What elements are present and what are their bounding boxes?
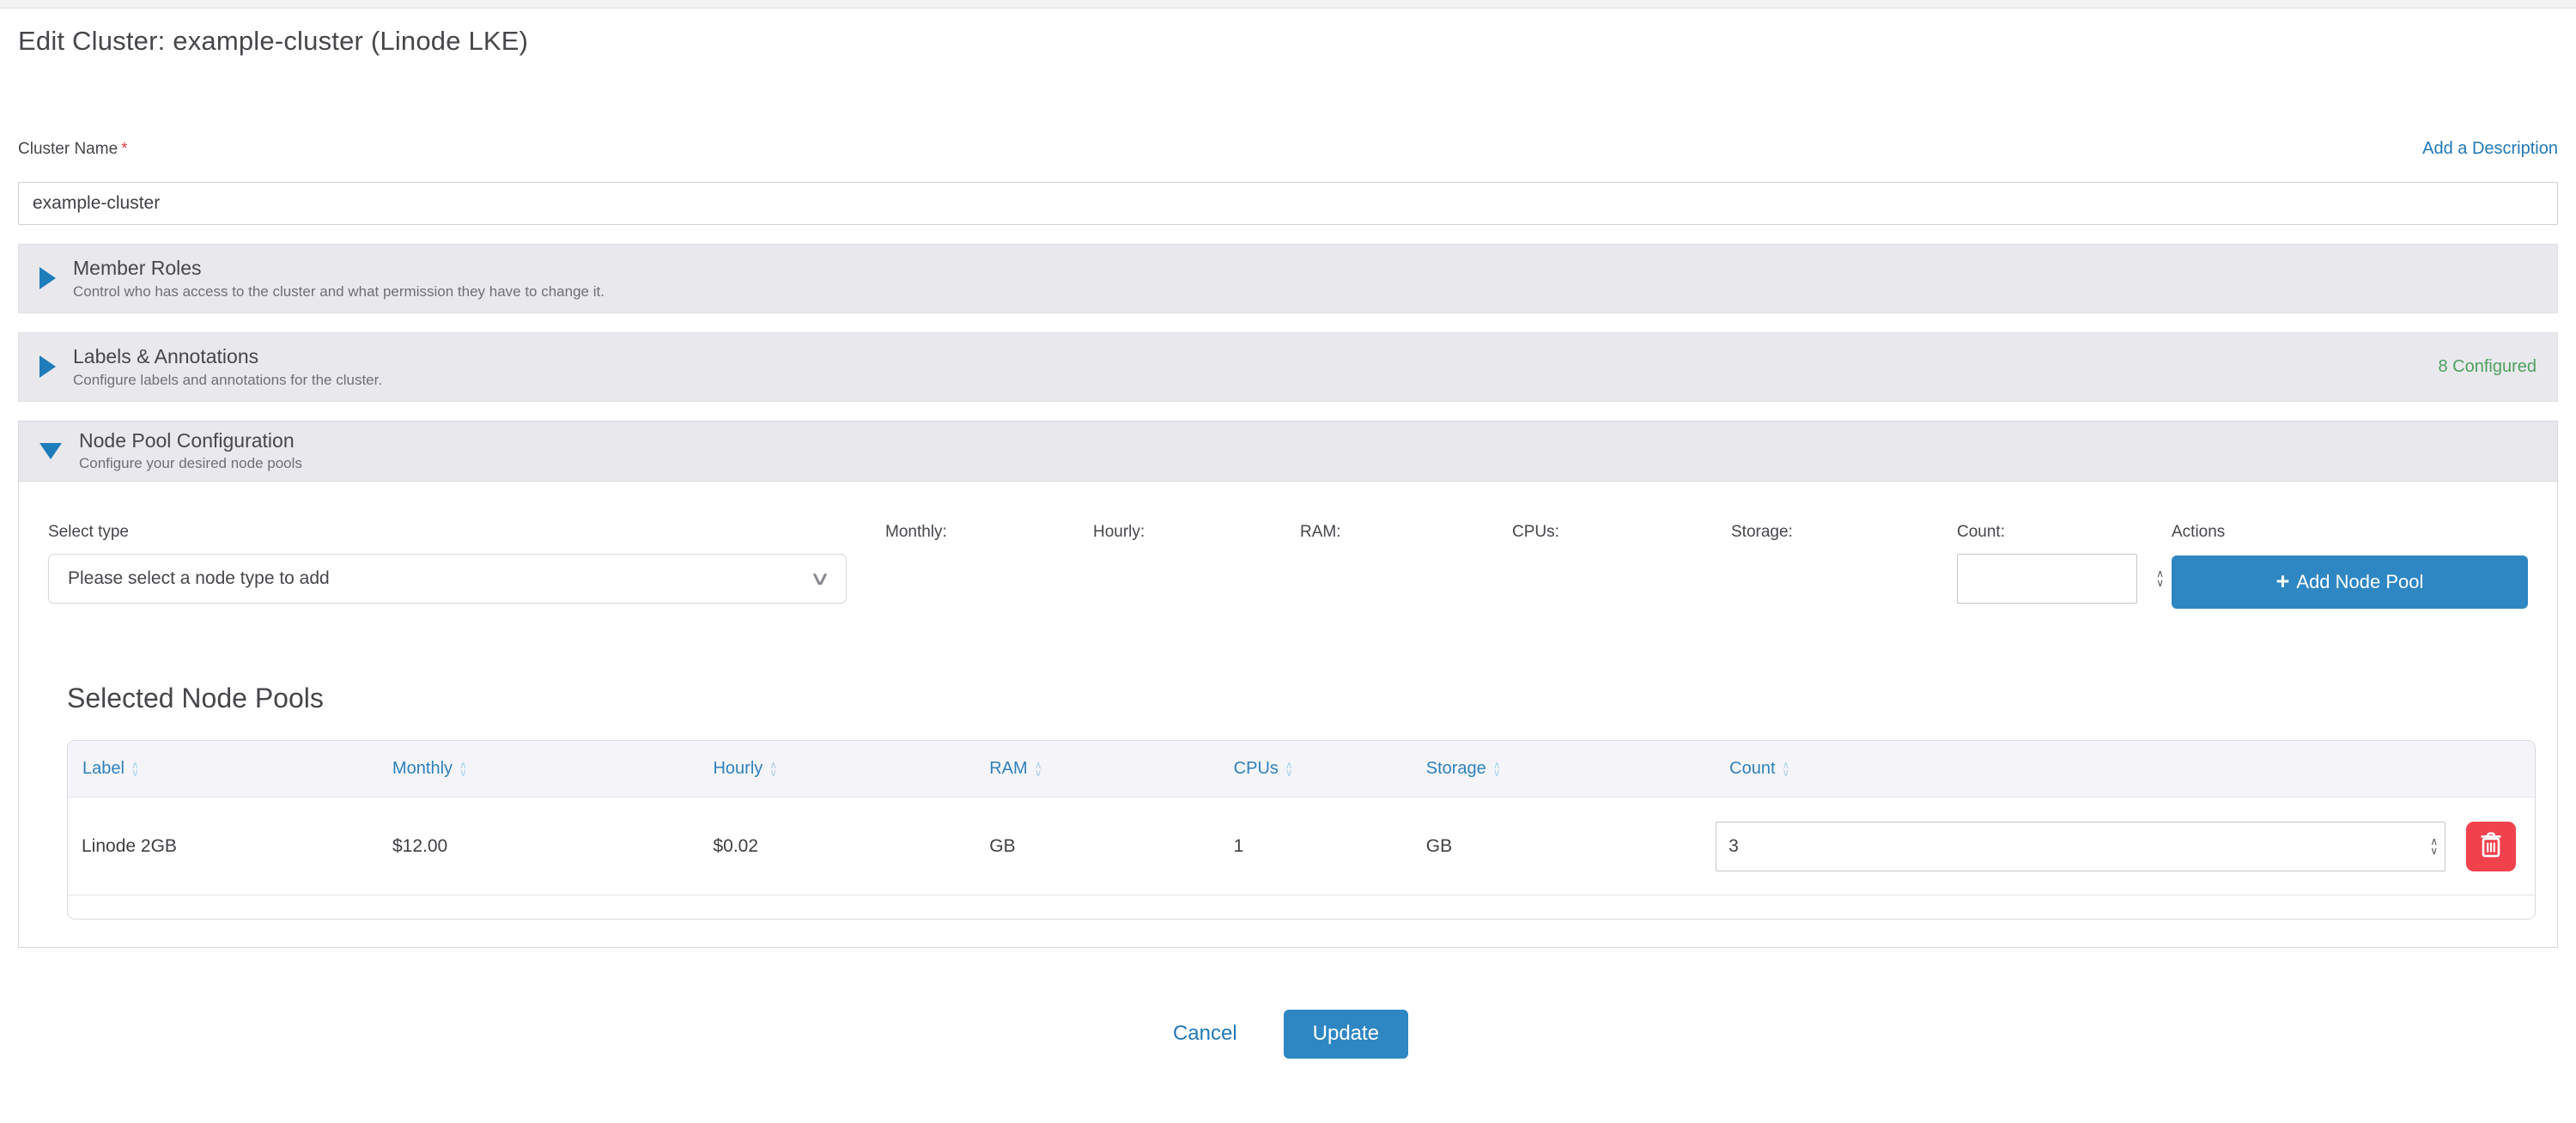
sort-icon: ∧∨ [131,762,139,777]
monthly-label: Monthly: [885,523,1093,542]
selected-node-pools-heading: Selected Node Pools [67,683,2528,714]
trash-icon [2480,832,2502,860]
number-spinner-icon[interactable]: ∧∨ [2156,569,2164,588]
actions-label: Actions [2172,523,2528,542]
pool-label-cell: Linode 2GB [68,798,379,895]
add-node-pool-button[interactable]: + Add Node Pool [2172,555,2528,609]
labels-annotations-title: Labels & Annotations [73,344,2438,369]
add-node-pool-form: Select type Please select a node type to… [48,523,2528,609]
form-footer: Cancel Update [18,1010,2558,1059]
actions-column: Actions + Add Node Pool [2172,523,2528,609]
pool-hourly-cell: $0.02 [699,798,975,895]
column-header-hourly[interactable]: Hourly∧∨ [699,741,975,798]
collapsed-arrow-icon [39,355,56,378]
cluster-name-row: Cluster Name* Add a Description [18,139,2558,159]
update-button[interactable]: Update [1284,1010,1408,1059]
empty-table-row [68,895,2535,919]
column-header-monthly[interactable]: Monthly∧∨ [379,741,699,798]
sort-icon: ∧∨ [1035,762,1042,777]
pool-count-cell: ∧∨ [1716,798,2535,895]
cluster-name-label: Cluster Name [18,140,118,158]
cluster-name-input[interactable] [18,182,2558,225]
table-header-row: Label∧∨ Monthly∧∨ Hourly∧∨ RAM∧∨ CPUs∧∨ … [68,741,2535,798]
member-roles-subtitle: Control who has access to the cluster an… [73,282,2537,301]
sort-icon: ∧∨ [1493,762,1501,777]
select-type-label: Select type [48,523,885,542]
node-type-select[interactable]: Please select a node type to add ∨ [48,554,847,604]
member-roles-accordion[interactable]: Member Roles Control who has access to t… [18,244,2558,313]
node-pool-configuration-body: Select type Please select a node type to… [19,482,2557,947]
select-type-column: Select type Please select a node type to… [48,523,885,604]
selected-node-pools-table: Label∧∨ Monthly∧∨ Hourly∧∨ RAM∧∨ CPUs∧∨ … [67,740,2536,920]
hourly-column: Hourly: [1093,523,1300,554]
pool-monthly-cell: $12.00 [379,798,699,895]
add-node-pool-button-label: Add Node Pool [2296,571,2423,593]
labels-annotations-accordion[interactable]: Labels & Annotations Configure labels an… [18,332,2558,402]
count-column: Count: ∧∨ [1957,523,2172,604]
node-pool-configuration-subtitle: Configure your desired node pools [79,454,302,473]
node-pool-configuration-title: Node Pool Configuration [79,428,302,453]
hourly-label: Hourly: [1093,523,1300,542]
ram-label: RAM: [1300,523,1512,542]
ram-column: RAM: [1300,523,1512,554]
cpus-column: CPUs: [1512,523,1731,554]
expanded-arrow-icon [39,443,62,459]
collapsed-arrow-icon [39,267,56,289]
node-pool-configuration-section: Node Pool Configuration Configure your d… [18,421,2558,948]
column-header-label[interactable]: Label∧∨ [68,741,379,798]
cancel-button[interactable]: Cancel [1168,1021,1242,1047]
sort-icon: ∧∨ [459,762,467,777]
pool-cpus-cell: 1 [1220,798,1413,895]
node-type-select-value: Please select a node type to add [68,568,330,589]
labels-annotations-texts: Labels & Annotations Configure labels an… [73,344,2438,390]
delete-pool-button[interactable] [2466,822,2516,871]
sort-icon: ∧∨ [1783,762,1790,777]
sort-icon: ∧∨ [769,762,777,777]
configured-count-badge: 8 Configured [2438,357,2537,377]
column-header-cpus[interactable]: CPUs∧∨ [1220,741,1413,798]
column-header-count[interactable]: Count∧∨ [1716,741,2535,798]
storage-column: Storage: [1731,523,1957,554]
top-border-strip [0,0,2576,9]
node-pool-configuration-accordion[interactable]: Node Pool Configuration Configure your d… [19,422,2557,482]
row-count-input[interactable] [1716,822,2445,871]
plus-icon: + [2276,570,2290,593]
pool-count-field: ∧∨ [1957,554,2172,604]
cpus-label: CPUs: [1512,523,1731,542]
row-count-field: ∧∨ [1716,822,2445,871]
node-pool-row: Linode 2GB $12.00 $0.02 GB 1 GB ∧∨ [68,798,2535,895]
cluster-name-label-group: Cluster Name* [18,140,128,159]
page-title: Edit Cluster: example-cluster (Linode LK… [18,26,2558,57]
count-label: Count: [1957,523,2172,542]
column-header-storage[interactable]: Storage∧∨ [1413,741,1716,798]
monthly-column: Monthly: [885,523,1093,554]
number-spinner-icon[interactable]: ∧∨ [2430,837,2438,856]
edit-cluster-page: Edit Cluster: example-cluster (Linode LK… [0,26,2576,1059]
column-header-ram[interactable]: RAM∧∨ [975,741,1219,798]
storage-label: Storage: [1731,523,1957,542]
chevron-down-icon: ∨ [809,568,831,590]
sort-icon: ∧∨ [1285,762,1293,777]
member-roles-texts: Member Roles Control who has access to t… [73,256,2537,301]
member-roles-title: Member Roles [73,256,2537,281]
labels-annotations-subtitle: Configure labels and annotations for the… [73,371,2438,390]
add-description-link[interactable]: Add a Description [2422,139,2558,159]
pool-count-input[interactable] [1957,554,2137,604]
pool-ram-cell: GB [975,798,1219,895]
pool-storage-cell: GB [1413,798,1716,895]
required-asterisk: * [121,140,127,158]
node-pool-configuration-texts: Node Pool Configuration Configure your d… [79,428,302,474]
